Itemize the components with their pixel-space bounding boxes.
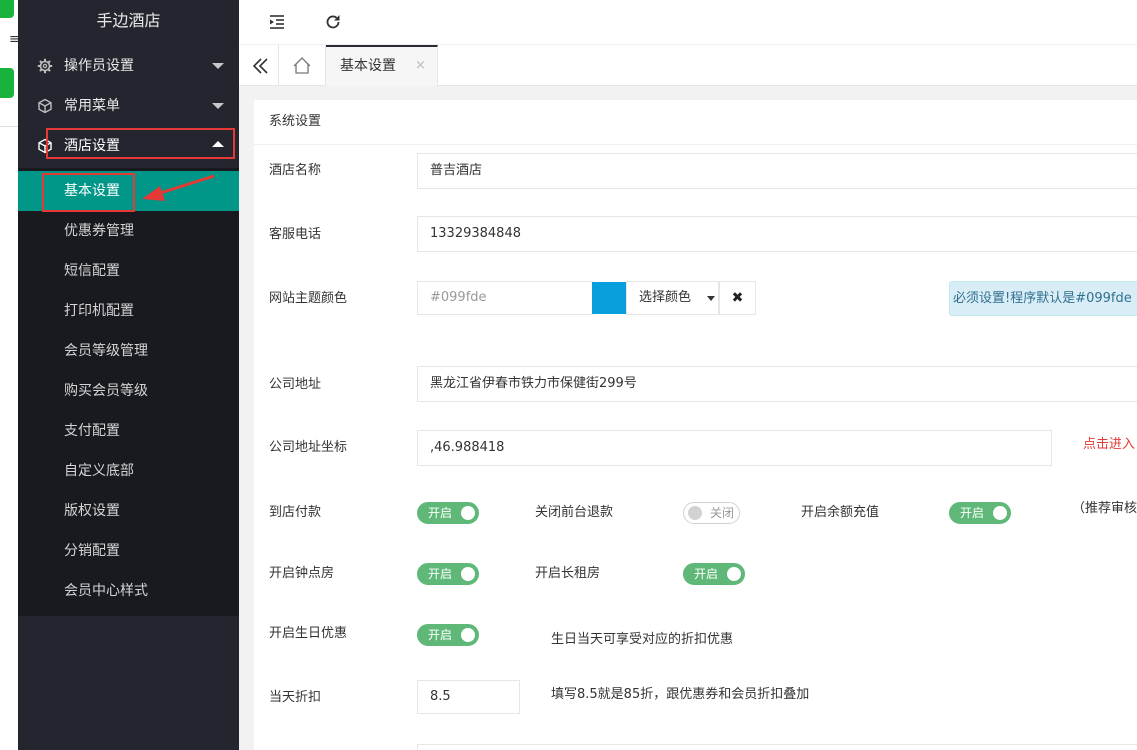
chevron-down-icon	[212, 103, 224, 109]
pick-color-label: 选择颜色	[639, 290, 692, 305]
discount-hint: 填写8.5就是85折，跟优惠券和会员折扣叠加	[551, 687, 810, 702]
chevron-down-icon	[212, 63, 224, 69]
toggle-state: 开启	[428, 628, 453, 642]
green-tab-fragment	[0, 0, 14, 18]
discount-input[interactable]: 8.5	[417, 680, 520, 714]
map-picker-link[interactable]: 点击进入	[1083, 433, 1135, 452]
indent-icon[interactable]	[268, 13, 286, 31]
hourly-room-label: 开启钟点房	[269, 566, 335, 581]
long-rent-toggle[interactable]: 开启	[683, 563, 745, 585]
coords-label: 公司地址坐标	[269, 440, 348, 455]
hotel-name-input[interactable]: 普吉酒店	[417, 153, 1137, 189]
close-icon[interactable]: ×	[415, 47, 426, 85]
coords-input[interactable]: ,46.988418	[417, 430, 1052, 466]
recommend-note: （推荐审核	[1072, 501, 1137, 516]
sidebar-group-common-menu[interactable]: 常用菜单	[18, 86, 239, 126]
toggle-state: 开启	[428, 567, 453, 581]
sidebar-group-label: 常用菜单	[64, 98, 120, 114]
settings-panel: 系统设置 酒店名称 普吉酒店 客服电话 13329384848 网站主题颜色 #…	[254, 100, 1137, 750]
toggle-state: 关闭	[710, 506, 735, 520]
toggle-knob	[461, 567, 475, 581]
toggle-knob	[461, 506, 475, 520]
sidebar-item-sms[interactable]: 短信配置	[18, 251, 239, 291]
balance-recharge-label: 开启余额充值	[801, 505, 880, 520]
discount-label: 当天折扣	[269, 690, 322, 705]
theme-color-label: 网站主题颜色	[269, 291, 348, 306]
sidebar-item-member-center-style[interactable]: 会员中心样式	[18, 571, 239, 611]
sidebar-item-custom-footer[interactable]: 自定义底部	[18, 451, 239, 491]
tab-bar: 基本设置 ×	[239, 45, 1137, 86]
address-input[interactable]: 黑龙江省伊春市铁力市保健街299号	[417, 366, 1137, 402]
hotel-name-label: 酒店名称	[269, 163, 322, 178]
theme-color-notice: 必须设置!程序默认是#099fde	[949, 281, 1137, 316]
home-tab[interactable]	[279, 45, 326, 85]
cube-icon	[38, 98, 52, 114]
background-page-strip: ≡	[0, 0, 20, 750]
gear-icon	[37, 58, 53, 74]
toggle-state: 开启	[960, 506, 985, 520]
home-icon	[293, 57, 311, 74]
color-swatch[interactable]	[592, 282, 626, 314]
tab-label: 基本设置	[340, 58, 396, 74]
pay-at-store-label: 到店付款	[269, 505, 322, 520]
tab-scroll-left-button[interactable]	[239, 45, 279, 85]
annotation-box-hotel-settings	[46, 128, 235, 159]
birthday-toggle[interactable]: 开启	[417, 624, 479, 646]
toggle-state: 开启	[428, 506, 453, 520]
annotation-box-basic-settings	[42, 173, 135, 212]
section-title: 系统设置	[269, 114, 322, 129]
green-button-fragment	[0, 68, 14, 98]
tab-basic-settings[interactable]: 基本设置 ×	[326, 45, 438, 86]
top-header	[239, 0, 1137, 45]
birthday-hint: 生日当天可享受对应的折扣优惠	[551, 632, 734, 647]
divider	[0, 126, 18, 127]
service-phone-input[interactable]: 13329384848	[417, 216, 1137, 252]
birthday-label: 开启生日优惠	[269, 626, 348, 641]
balance-recharge-toggle[interactable]: 开启	[949, 502, 1011, 524]
sidebar-item-buy-member-level[interactable]: 购买会员等级	[18, 371, 239, 411]
sidebar-item-payment[interactable]: 支付配置	[18, 411, 239, 451]
pay-at-store-toggle[interactable]: 开启	[417, 502, 479, 524]
sidebar-item-coupons[interactable]: 优惠券管理	[18, 211, 239, 251]
sidebar-item-distribution[interactable]: 分销配置	[18, 531, 239, 571]
long-rent-label: 开启长租房	[535, 566, 601, 581]
toggle-knob	[993, 506, 1007, 520]
toggle-knob	[461, 628, 475, 642]
refresh-icon[interactable]	[324, 13, 342, 31]
next-field-input[interactable]	[417, 744, 1137, 750]
toggle-knob	[727, 567, 741, 581]
close-refund-toggle[interactable]: 关闭	[683, 502, 740, 524]
sidebar-group-operator-settings[interactable]: 操作员设置	[18, 46, 239, 86]
annotation-arrow-icon	[142, 174, 215, 201]
toggle-state: 开启	[694, 567, 719, 581]
clear-color-button[interactable]: ✖	[719, 281, 756, 315]
sidebar-item-copyright[interactable]: 版权设置	[18, 491, 239, 531]
close-refund-label: 关闭前台退款	[535, 505, 614, 520]
double-chevron-left-icon	[252, 58, 268, 74]
sidebar: 手边酒店 操作员设置 常用菜单 酒店设置 基本设置 优惠券管理 短信配置 打印机…	[18, 0, 239, 750]
hotel-settings-submenu: 基本设置 优惠券管理 短信配置 打印机配置 会员等级管理 购买会员等级 支付配置…	[18, 168, 239, 616]
toggle-knob	[688, 506, 702, 520]
theme-color-input[interactable]: #099fde	[417, 281, 593, 315]
divider	[254, 144, 1137, 145]
caret-down-icon	[707, 296, 715, 301]
address-label: 公司地址	[269, 377, 322, 392]
sidebar-group-label: 操作员设置	[64, 58, 134, 74]
pick-color-button[interactable]: 选择颜色	[626, 281, 719, 315]
service-phone-label: 客服电话	[269, 227, 322, 242]
hourly-room-toggle[interactable]: 开启	[417, 563, 479, 585]
sidebar-item-printer[interactable]: 打印机配置	[18, 291, 239, 331]
app-title: 手边酒店	[96, 11, 161, 30]
sidebar-item-member-levels[interactable]: 会员等级管理	[18, 331, 239, 371]
